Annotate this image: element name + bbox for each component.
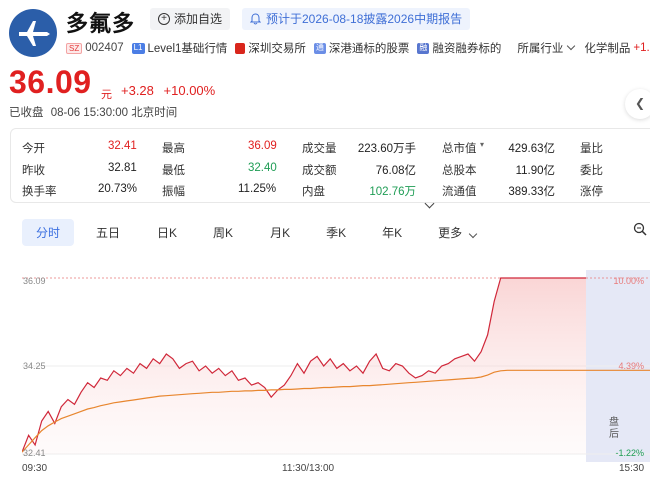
status-time: 08-06 15:30:00 北京时间 <box>50 107 178 119</box>
inner-label: 内盘 <box>302 186 325 198</box>
tab-month-k[interactable]: 月K <box>270 224 290 241</box>
float-value: 389.33亿 <box>508 186 555 198</box>
float-label: 流通值 <box>442 186 477 198</box>
high-value: 36.09 <box>248 140 277 152</box>
amplitude-value: 11.25% <box>238 183 277 195</box>
hk-connect-label: 深港通标的股票 <box>328 43 410 55</box>
x-label-end: 15:30 <box>619 463 645 474</box>
mcap-label: 总市值 <box>442 143 477 155</box>
x-label-start: 09:30 <box>22 463 48 474</box>
level1-label: Level1基础行情 <box>147 43 228 55</box>
chevron-down-icon <box>469 229 478 238</box>
margin-badge: 融 <box>417 42 430 54</box>
open-value: 32.41 <box>108 140 137 152</box>
x-label-mid: 11:30/13:00 <box>282 463 335 474</box>
tab-year-k[interactable]: 年K <box>382 224 402 241</box>
level1-badge: L1 <box>131 42 145 54</box>
y-label-top: 36.09 <box>23 276 46 286</box>
intraday-chart[interactable]: 36.09 34.25 32.41 10.00% 4.39% -1.22% <box>22 270 650 462</box>
amplitude-label: 振幅 <box>162 186 185 198</box>
tab-quarter-k[interactable]: 季K <box>326 224 346 241</box>
margin-tag[interactable]: 融 融资融券标的 <box>417 40 501 56</box>
prev-close-label: 昨收 <box>22 165 45 177</box>
plane-logo-icon <box>19 21 50 46</box>
low-label: 最低 <box>162 165 185 177</box>
tab-five-day[interactable]: 五日 <box>96 224 120 241</box>
stock-code: 002407 <box>85 42 124 54</box>
tab-intraday[interactable]: 分时 <box>22 218 75 246</box>
chart-period-tabs: 分时 五日 日K 周K 月K 季K 年K 更多 <box>22 218 478 246</box>
mcap-caret-icon[interactable]: ▾ <box>480 140 484 149</box>
bell-icon <box>250 13 261 25</box>
bid-ask-label: 委比 <box>580 165 603 177</box>
turnover-value: 20.73% <box>98 183 138 195</box>
stock-name: 多氟多 <box>66 11 136 36</box>
plus-circle-icon: + <box>158 13 170 25</box>
exchange-tag[interactable]: 深圳交易所 <box>235 40 306 56</box>
turnover-label: 换手率 <box>22 186 57 198</box>
change-value: +3.28 <box>121 83 154 98</box>
report-notice[interactable]: 预计于2026-08-18披露2026中期报告 <box>242 8 471 30</box>
after-hours-label: 盘后 <box>609 417 619 440</box>
open-label: 今开 <box>22 143 45 155</box>
industry-change: +1.3 <box>633 42 650 54</box>
margin-label: 融资融券标的 <box>432 43 502 55</box>
pct-label-mid: 4.39% <box>618 361 644 371</box>
shares-value: 11.90亿 <box>515 165 555 177</box>
change-percent: +10.00% <box>163 83 216 98</box>
prev-close-value: 32.81 <box>108 162 137 174</box>
pct-label-top: 10.00% <box>613 276 644 286</box>
inner-value: 102.76万 <box>369 186 416 198</box>
price-change: +3.28 +10.00% <box>121 83 215 98</box>
current-price: 36.09 <box>9 64 92 100</box>
pct-label-bottom: -1.22% <box>615 448 644 458</box>
market-badge: SZ <box>66 42 83 54</box>
stock-logo <box>9 9 57 57</box>
magnifier-icon[interactable] <box>633 222 647 236</box>
tab-week-k[interactable]: 周K <box>213 224 233 241</box>
tab-more-label: 更多 <box>438 225 463 240</box>
amount-label: 成交额 <box>302 165 337 177</box>
industry-dropdown[interactable]: 所属行业 <box>517 40 576 56</box>
add-watchlist-label: 添加自选 <box>174 12 223 26</box>
industry-label: 所属行业 <box>517 43 564 55</box>
add-watchlist-button[interactable]: + 添加自选 <box>150 8 231 30</box>
tab-more[interactable]: 更多 <box>438 224 478 241</box>
side-toggle-button[interactable]: ❮ <box>625 89 650 119</box>
y-label-mid: 34.25 <box>23 361 46 371</box>
limit-up-label: 涨停 <box>580 186 603 198</box>
industry-link[interactable]: 化学制品 +1.3 <box>584 40 650 56</box>
exchange-label: 深圳交易所 <box>248 43 306 55</box>
volume-ratio-label: 量比 <box>580 143 603 155</box>
tab-day-k[interactable]: 日K <box>157 224 177 241</box>
stock-tag-row: SZ 002407 L1 Level1基础行情 深圳交易所 通 深港通标的股票 … <box>66 40 650 56</box>
volume-value: 223.60万手 <box>357 143 416 155</box>
price-unit: 元 <box>101 89 112 101</box>
status-text: 已收盘 <box>9 107 44 119</box>
volume-label: 成交量 <box>302 143 337 155</box>
flag-icon <box>235 42 246 54</box>
amount-value: 76.08亿 <box>375 165 416 177</box>
industry-value: 化学制品 <box>584 43 631 55</box>
chevron-down-icon <box>567 41 576 51</box>
y-label-bottom: 32.41 <box>23 448 46 458</box>
hk-connect-badge: 通 <box>313 42 326 54</box>
high-label: 最高 <box>162 143 185 155</box>
mcap-value: 429.63亿 <box>508 143 555 155</box>
hk-connect-tag[interactable]: 通 深港通标的股票 <box>313 40 410 56</box>
notice-text: 预计于2026-08-18披露2026中期报告 <box>266 12 463 26</box>
level1-tag[interactable]: L1 Level1基础行情 <box>131 40 228 56</box>
low-value: 32.40 <box>248 162 277 174</box>
market-status: 已收盘 08-06 15:30:00 北京时间 <box>9 104 177 120</box>
shares-label: 总股本 <box>442 165 477 177</box>
